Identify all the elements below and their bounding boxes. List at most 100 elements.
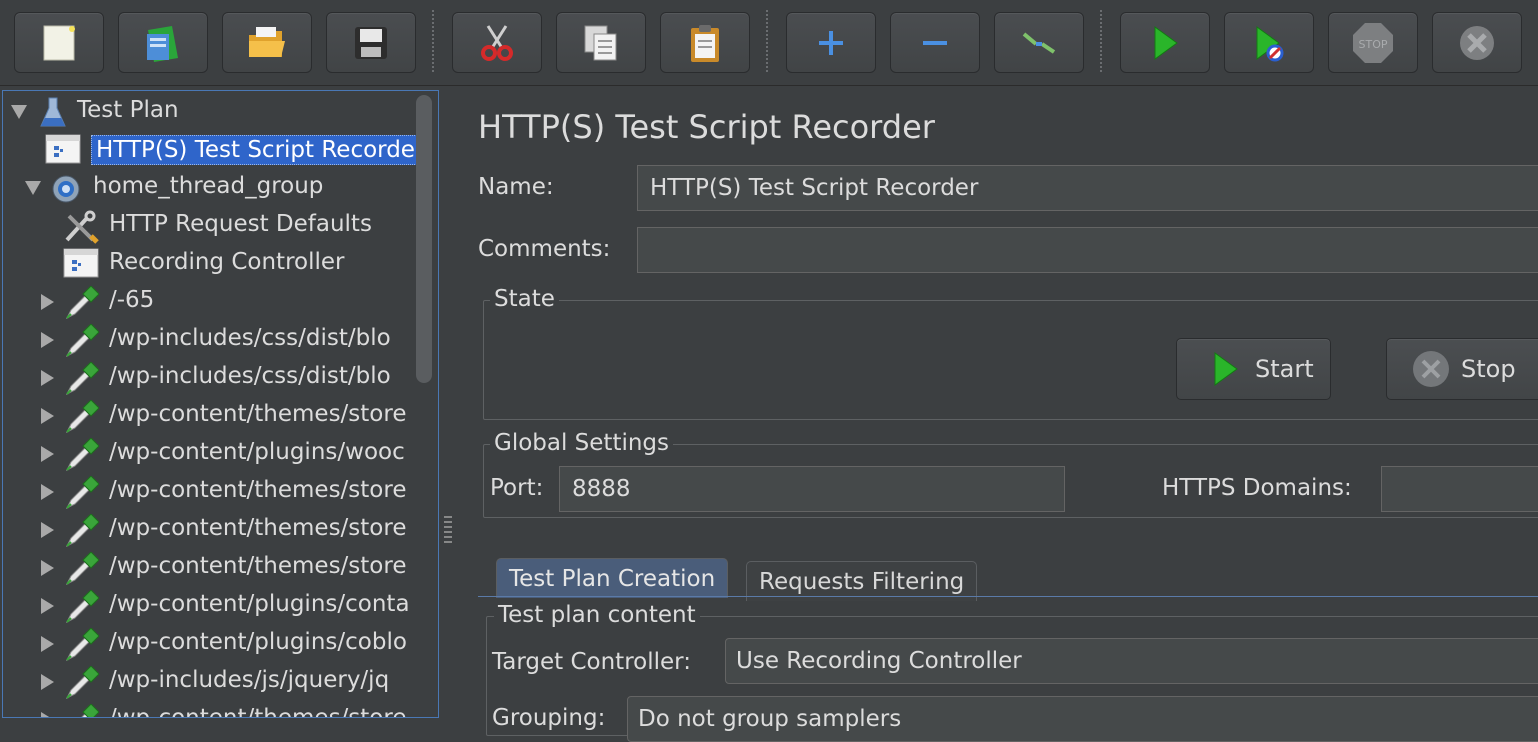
collapsed-arrow-icon[interactable] [41,446,54,462]
collapsed-arrow-icon[interactable] [41,598,54,614]
stop-circle-icon [1413,351,1449,387]
start-button-label: Start [1255,355,1314,383]
tree-item[interactable]: home_thread_group [3,171,423,205]
tree-item[interactable]: /wp-includes/css/dist/blo [3,323,423,358]
pipette-icon [63,285,100,326]
shutdown-button[interactable] [1432,12,1522,73]
tree-scrollbar[interactable] [416,95,432,383]
tab-requests-filtering[interactable]: Requests Filtering [746,561,978,601]
target-controller-label: Target Controller: [492,649,691,675]
tree-item[interactable]: /wp-content/plugins/wooc [3,437,423,472]
tree-item[interactable]: /wp-content/themes/store [3,513,423,548]
tree-item-label: /wp-content/themes/store [109,705,407,718]
state-start-button[interactable]: Start [1176,338,1331,400]
tree-item[interactable]: /wp-includes/css/dist/blo [3,361,423,396]
start-icon [1214,352,1238,386]
start-no-pauses-icon [1256,25,1284,61]
collapsed-arrow-icon[interactable] [41,674,54,690]
global-settings-title: Global Settings [490,430,674,456]
collapsed-arrow-icon[interactable] [41,294,54,310]
expand-arrow-icon[interactable] [25,181,41,195]
tree-item[interactable]: /wp-content/themes/store [3,475,423,510]
collapse-button[interactable] [890,12,980,73]
pipette-icon [63,437,100,478]
tree-item[interactable]: /wp-content/themes/store [3,551,423,586]
tree-item-label: /wp-content/themes/store [109,553,407,579]
pipette-icon [63,361,100,402]
comments-field[interactable] [637,227,1538,273]
target-controller-select[interactable]: Use Recording Controller [725,638,1538,684]
collapsed-arrow-icon[interactable] [41,712,54,717]
tree-item-label: Test Plan [77,97,179,123]
tab-test-plan-creation[interactable]: Test Plan Creation [496,558,729,598]
collapsed-arrow-icon[interactable] [41,408,54,424]
open-button[interactable] [222,12,312,73]
toggle-button[interactable] [994,12,1084,73]
https-domains-label: HTTPS Domains: [1162,475,1352,501]
tree-item-label: HTTP(S) Test Script Recorder [91,135,430,165]
tree-item-label: /wp-content/plugins/coblo [109,629,407,655]
tree-item-label: /wp-includes/css/dist/blo [109,325,391,351]
port-field[interactable]: 8888 [559,466,1065,512]
port-label: Port: [490,475,544,501]
pipette-icon [63,665,100,706]
tree-item[interactable]: /wp-content/plugins/conta [3,589,423,624]
cut-button[interactable] [452,12,542,73]
grouping-select[interactable]: Do not group samplers [627,696,1538,742]
name-field[interactable]: HTTP(S) Test Script Recorder [637,165,1538,211]
panel-splitter[interactable] [442,88,456,718]
collapsed-arrow-icon[interactable] [41,370,54,386]
templates-button[interactable] [118,12,208,73]
pipette-icon [63,703,100,717]
name-label: Name: [478,174,554,200]
copy-button[interactable] [556,12,646,73]
tree-item-label: /wp-content/themes/store [109,515,407,541]
expand-button[interactable] [786,12,876,73]
tree-item[interactable]: Recording Controller [3,247,423,281]
test-plan-content-title: Test plan content [494,602,700,628]
tree-item[interactable]: HTTP Request Defaults [3,209,423,244]
expand-arrow-icon[interactable] [11,105,27,119]
save-button[interactable] [326,12,416,73]
state-stop-button[interactable]: Stop [1386,338,1538,400]
collapsed-arrow-icon[interactable] [41,332,54,348]
tree-item[interactable]: /wp-content/themes/store [3,399,423,434]
tree-item[interactable]: HTTP(S) Test Script Recorder [3,133,430,170]
pipette-icon [63,513,100,554]
paste-icon [691,24,719,62]
save-icon [355,26,387,59]
state-group [483,300,1538,420]
toggle-icon [1022,31,1056,54]
tree-item[interactable]: Test Plan [3,95,423,129]
stop-icon: STOP [1353,22,1393,63]
splitter-grip[interactable] [444,516,452,546]
start-no-pauses-button[interactable] [1224,12,1314,73]
new-button[interactable] [14,12,104,73]
tree-item[interactable]: /wp-content/themes/store [3,703,423,718]
templates-icon [147,25,178,62]
toolbar-separator [766,10,768,72]
tree-item-label: /wp-content/plugins/conta [109,591,410,617]
pipette-icon [63,475,100,516]
start-icon [1154,25,1178,60]
toolbar-separator [1100,10,1102,72]
pipette-icon [63,627,100,668]
tree-item-label: home_thread_group [93,173,324,199]
paste-button[interactable] [660,12,750,73]
test-plan-tree[interactable]: Test Plan HTTP(S) Test Script Recorder hom… [2,90,439,718]
tree-item[interactable]: /wp-content/plugins/coblo [3,627,423,662]
pipette-icon [63,399,100,440]
collapsed-arrow-icon[interactable] [41,484,54,500]
collapsed-arrow-icon[interactable] [41,560,54,576]
stop-button[interactable]: STOP [1328,12,1418,73]
collapsed-arrow-icon[interactable] [41,636,54,652]
grouping-label: Grouping: [492,705,606,731]
controller-icon [63,248,99,284]
recorder-icon [45,134,81,170]
tree-item[interactable]: /wp-includes/js/jquery/jq [3,665,423,700]
tree-item[interactable]: /-65 [3,285,423,320]
start-button[interactable] [1120,12,1210,73]
collapsed-arrow-icon[interactable] [41,522,54,538]
https-domains-field[interactable] [1381,466,1538,512]
toolbar-separator [432,10,434,72]
